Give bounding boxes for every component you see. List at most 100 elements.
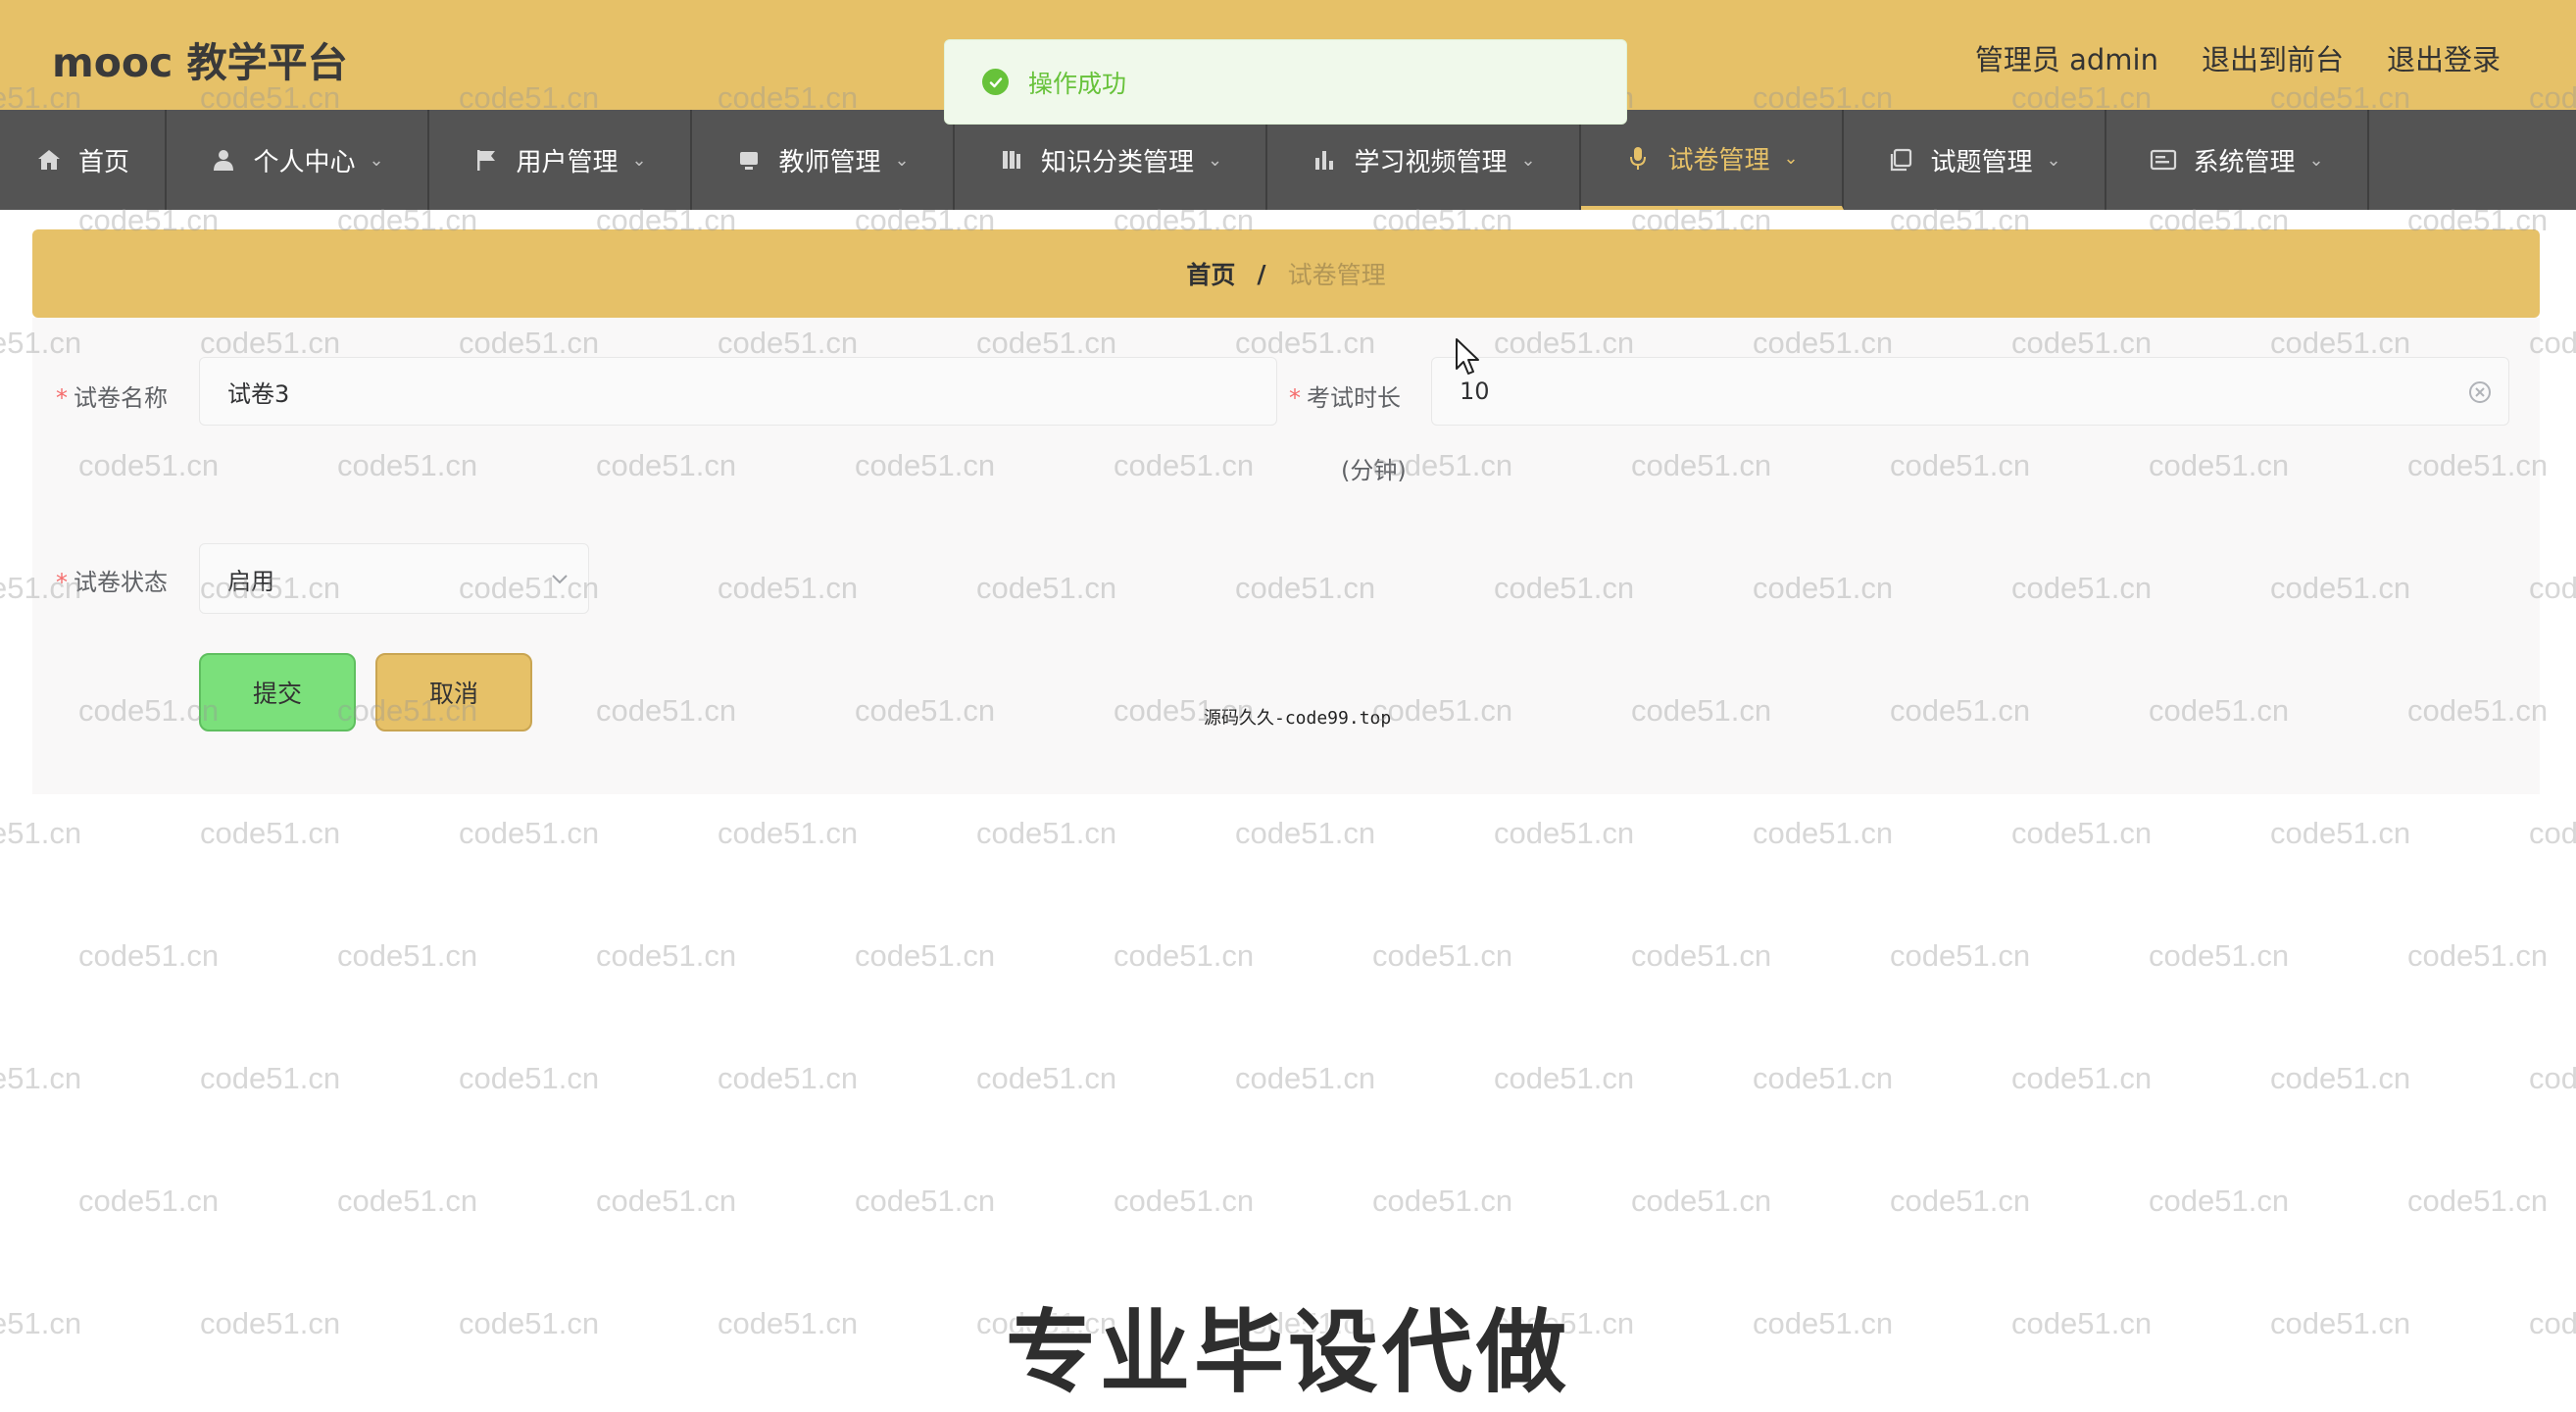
chevron-down-icon: ⌄ [1207, 149, 1223, 171]
watermark-text: code51.cn [1890, 938, 2031, 973]
watermark-text: code51.cn [976, 1061, 1117, 1095]
nav-system-management[interactable]: 系统管理 ⌄ [2106, 110, 2369, 210]
watermark-text: code51.cn [1372, 1184, 1513, 1218]
nav-teacher-management-label: 教师管理 [778, 147, 881, 177]
watermark-text: code51.cn [718, 1061, 859, 1095]
paper-status-label: * 试卷状态 [56, 569, 168, 596]
watermark-text: code51.cn [2149, 1184, 2290, 1218]
paper-status-value: 启用 [227, 567, 274, 595]
paper-name-label: * 试卷名称 [56, 384, 168, 412]
nav-knowledge-category[interactable]: 知识分类管理 ⌄ [955, 110, 1267, 210]
logout-link[interactable]: 退出登录 [2387, 37, 2501, 78]
watermark-text: code51.cn [2011, 816, 2153, 850]
watermark-text: code51.cn [596, 938, 737, 973]
watermark-text: code51.cn [1494, 816, 1635, 850]
books-icon [998, 146, 1025, 174]
user-links: 管理员 admin 退出到前台 退出登录 [1975, 37, 2501, 78]
exam-duration-label: * 考试时长 [1289, 384, 1401, 412]
chevron-down-icon: ⌄ [2046, 149, 2061, 171]
nav-teacher-management[interactable]: 教师管理 ⌄ [692, 110, 955, 210]
watermark-text: code51.cn [200, 1061, 341, 1095]
paper-name-input[interactable]: 试卷3 [199, 357, 1277, 426]
nav-video-management[interactable]: 学习视频管理 ⌄ [1267, 110, 1581, 210]
watermark-text: code51.cn [1235, 1061, 1376, 1095]
nav-home[interactable]: 首页 [0, 110, 167, 210]
nav-system-management-label: 系统管理 [2193, 147, 2296, 177]
chevron-down-icon [549, 568, 570, 595]
nav-personal-center[interactable]: 个人中心 ⌄ [167, 110, 429, 210]
exam-duration-value: 10 [1460, 378, 1490, 405]
nav-paper-management-label: 试卷管理 [1667, 145, 1770, 176]
main-nav: 首页 个人中心 ⌄ 用户管理 ⌄ 教师管理 ⌄ 知识分类管理 ⌄ 学习视频管理 … [0, 110, 2576, 210]
watermark-text: code51.cn [855, 1184, 996, 1218]
admin-user-label[interactable]: 管理员 admin [1975, 37, 2158, 78]
duration-unit: (分钟) [1341, 457, 1407, 484]
chevron-down-icon: ⌄ [631, 149, 647, 171]
watermark-text: code51.cn [0, 816, 82, 850]
mouse-cursor-icon [1455, 337, 1482, 380]
watermark-text: code51.cn [2407, 938, 2549, 973]
watermark-text: code51.cn [200, 816, 341, 850]
cancel-button[interactable]: 取消 [375, 653, 532, 731]
watermark-text: code51.cn [1631, 938, 1772, 973]
watermark-text: code51.cn [596, 1184, 737, 1218]
source-tag: 源码久久-code99.top [1204, 708, 1392, 729]
watermark-text: code51.cn [78, 1184, 220, 1218]
watermark-text: code51.cn [718, 816, 859, 850]
paper-status-select[interactable]: 启用 [199, 543, 589, 614]
home-icon [35, 146, 63, 174]
breadcrumb-separator: / [1257, 259, 1266, 288]
breadcrumb: 首页 / 试卷管理 [32, 229, 2540, 318]
toast-message: 操作成功 [1028, 69, 1127, 98]
breadcrumb-current: 试卷管理 [1287, 261, 1386, 289]
watermark-text: code51.cn [1372, 938, 1513, 973]
watermark-text: code51.cn [2407, 1184, 2549, 1218]
success-toast: 操作成功 [944, 39, 1627, 125]
watermark-text: code51.cn [2011, 1061, 2153, 1095]
watermark-text: code51.cn [0, 1061, 82, 1095]
chevron-down-icon: ⌄ [1520, 149, 1536, 171]
watermark-text: code51.cn [78, 938, 220, 973]
watermark-text: code51.cn [2149, 938, 2290, 973]
watermark-text: code51.cn [1890, 1184, 2031, 1218]
watermark-text: code51.cn [1631, 1184, 1772, 1218]
microphone-icon [1624, 144, 1652, 172]
monitor-icon [735, 146, 763, 174]
copy-icon [1887, 146, 1914, 174]
brand-title: mooc 教学平台 [52, 39, 348, 86]
chevron-down-icon: ⌄ [369, 149, 384, 171]
nav-home-label: 首页 [77, 147, 129, 177]
watermark-text: code51.cn [2529, 1061, 2576, 1095]
watermark-text: code51.cn [2270, 1061, 2411, 1095]
paper-name-value: 试卷3 [227, 379, 290, 408]
required-asterisk: * [56, 569, 68, 596]
chevron-down-icon: ⌄ [894, 149, 910, 171]
watermark-text: code51.cn [1235, 816, 1376, 850]
nav-personal-center-label: 个人中心 [253, 147, 356, 177]
required-asterisk: * [56, 384, 68, 412]
required-asterisk: * [1289, 384, 1301, 412]
watermark-text: code51.cn [1753, 816, 1894, 850]
watermark-text: code51.cn [1494, 1061, 1635, 1095]
nav-question-management-label: 试题管理 [1930, 147, 2033, 177]
watermark-text: code51.cn [459, 1061, 600, 1095]
clear-circle-icon[interactable] [2467, 379, 2493, 411]
bar-chart-icon [1311, 146, 1338, 174]
watermark-text: code51.cn [337, 938, 478, 973]
exit-to-front-link[interactable]: 退出到前台 [2202, 37, 2344, 78]
watermark-text: code51.cn [2270, 816, 2411, 850]
nav-user-management[interactable]: 用户管理 ⌄ [429, 110, 692, 210]
breadcrumb-home[interactable]: 首页 [1186, 256, 1235, 291]
watermark-text: code51.cn [2529, 816, 2576, 850]
nav-user-management-label: 用户管理 [516, 147, 619, 177]
watermark-text: code51.cn [337, 1184, 478, 1218]
watermark-text: code51.cn [1114, 1184, 1255, 1218]
exam-duration-input[interactable]: 10 [1431, 357, 2509, 426]
chevron-down-icon: ⌄ [1783, 147, 1799, 169]
nav-knowledge-category-label: 知识分类管理 [1040, 147, 1194, 177]
nav-paper-management[interactable]: 试卷管理 ⌄ [1581, 110, 1844, 210]
settings-card-icon [2150, 146, 2177, 174]
submit-button[interactable]: 提交 [199, 653, 356, 731]
nav-question-management[interactable]: 试题管理 ⌄ [1844, 110, 2106, 210]
promo-caption: 专业毕设代做 [1005, 1300, 1570, 1405]
